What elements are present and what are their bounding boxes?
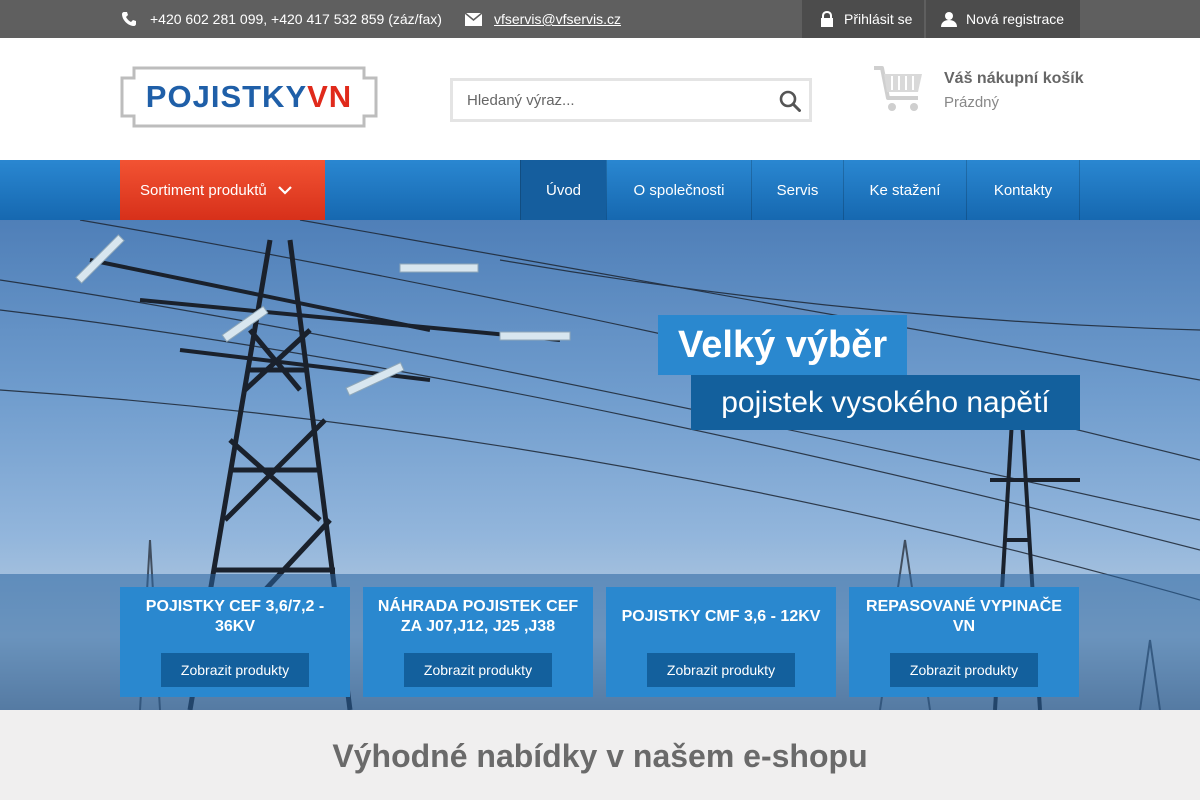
nav-item-ke-stazeni[interactable]: Ke stažení bbox=[843, 160, 966, 220]
category-card-title: NÁHRADA POJISTEK CEF ZA J07,J12, J25 ,J3… bbox=[377, 598, 579, 635]
email-contact: vfservis@vfservis.cz bbox=[464, 0, 621, 38]
logo-part-vn: VN bbox=[307, 79, 353, 114]
nav-item-label: O společnosti bbox=[633, 181, 725, 199]
register-label: Nová registrace bbox=[966, 11, 1065, 27]
email-link[interactable]: vfservis@vfservis.cz bbox=[494, 11, 621, 27]
nav-item-label: Úvod bbox=[545, 181, 582, 199]
login-label: Přihlásit se bbox=[844, 11, 913, 27]
nav-item-kontakty[interactable]: Kontakty bbox=[966, 160, 1080, 220]
site-logo[interactable]: POJISTKY VN bbox=[120, 66, 378, 128]
nav-item-servis[interactable]: Servis bbox=[751, 160, 843, 220]
category-card[interactable]: POJISTKY CMF 3,6 - 12KV Zobrazit produkt… bbox=[606, 587, 836, 697]
logo-part-pojistky: POJISTKY bbox=[145, 79, 308, 114]
nav-item-label: Kontakty bbox=[993, 181, 1053, 199]
show-products-button[interactable]: Zobrazit produkty bbox=[647, 653, 795, 687]
lock-icon bbox=[818, 10, 836, 28]
category-card-title: REPASOVANÉ VYPINAČE VN bbox=[866, 598, 1062, 635]
nav-item-o-spolecnosti[interactable]: O společnosti bbox=[606, 160, 751, 220]
cart-icon[interactable] bbox=[872, 64, 924, 114]
nav-item-label: Servis bbox=[776, 181, 819, 199]
sortiment-menu-button[interactable]: Sortiment produktů bbox=[120, 160, 325, 220]
category-card[interactable]: NÁHRADA POJISTEK CEF ZA J07,J12, J25 ,J3… bbox=[363, 587, 593, 697]
logo-text: POJISTKY VN bbox=[120, 66, 378, 128]
nav-item-uvod[interactable]: Úvod bbox=[520, 160, 606, 220]
search-icon bbox=[779, 90, 801, 112]
phone-numbers: +420 602 281 099, +420 417 532 859 (záz/… bbox=[150, 11, 442, 27]
hero-subline: pojistek vysokého napětí bbox=[691, 375, 1080, 430]
chevron-down-icon bbox=[277, 185, 293, 195]
nav-item-label: Ke stažení bbox=[869, 181, 941, 199]
register-button[interactable]: Nová registrace bbox=[926, 0, 1080, 38]
search-input[interactable] bbox=[453, 81, 763, 119]
search-box bbox=[450, 78, 812, 122]
offers-section: Výhodné nabídky v našem e-shopu bbox=[0, 710, 1200, 800]
hero-headline: Velký výběr bbox=[658, 315, 908, 375]
site-header: POJISTKYVN Váš nákupní košík Prázdný bbox=[0, 38, 1200, 160]
category-card-title: POJISTKY CMF 3,6 - 12KV bbox=[621, 608, 821, 625]
category-card[interactable]: REPASOVANÉ VYPINAČE VN Zobrazit produkty bbox=[849, 587, 1079, 697]
main-navigation: Sortiment produktů Úvod O společnosti Se… bbox=[0, 160, 1200, 220]
show-products-button[interactable]: Zobrazit produkty bbox=[404, 653, 552, 687]
top-bar: +420 602 281 099, +420 417 532 859 (záz/… bbox=[0, 0, 1200, 38]
search-button[interactable] bbox=[777, 88, 803, 114]
hero-banner: Velký výběr pojistek vysokého napětí POJ… bbox=[0, 220, 1200, 710]
show-products-button[interactable]: Zobrazit produkty bbox=[890, 653, 1038, 687]
offers-heading: Výhodné nabídky v našem e-shopu bbox=[332, 738, 868, 774]
top-bar-inner: +420 602 281 099, +420 417 532 859 (záz/… bbox=[120, 0, 1080, 38]
envelope-icon bbox=[464, 10, 482, 28]
phone-icon bbox=[120, 10, 138, 28]
show-products-button[interactable]: Zobrazit produkty bbox=[161, 653, 309, 687]
nav-menu: Úvod O společnosti Servis Ke stažení Kon… bbox=[520, 160, 1080, 220]
cart-title[interactable]: Váš nákupní košík bbox=[944, 70, 1084, 88]
category-card[interactable]: POJISTKY CEF 3,6/7,2 - 36KV Zobrazit pro… bbox=[120, 587, 350, 697]
phone-contact: +420 602 281 099, +420 417 532 859 (záz/… bbox=[120, 0, 442, 38]
user-icon bbox=[940, 10, 958, 28]
category-card-title: POJISTKY CEF 3,6/7,2 - 36KV bbox=[145, 598, 325, 635]
cart-status: Prázdný bbox=[944, 94, 1000, 111]
login-button[interactable]: Přihlásit se bbox=[802, 0, 924, 38]
sortiment-label: Sortiment produktů bbox=[140, 181, 267, 199]
